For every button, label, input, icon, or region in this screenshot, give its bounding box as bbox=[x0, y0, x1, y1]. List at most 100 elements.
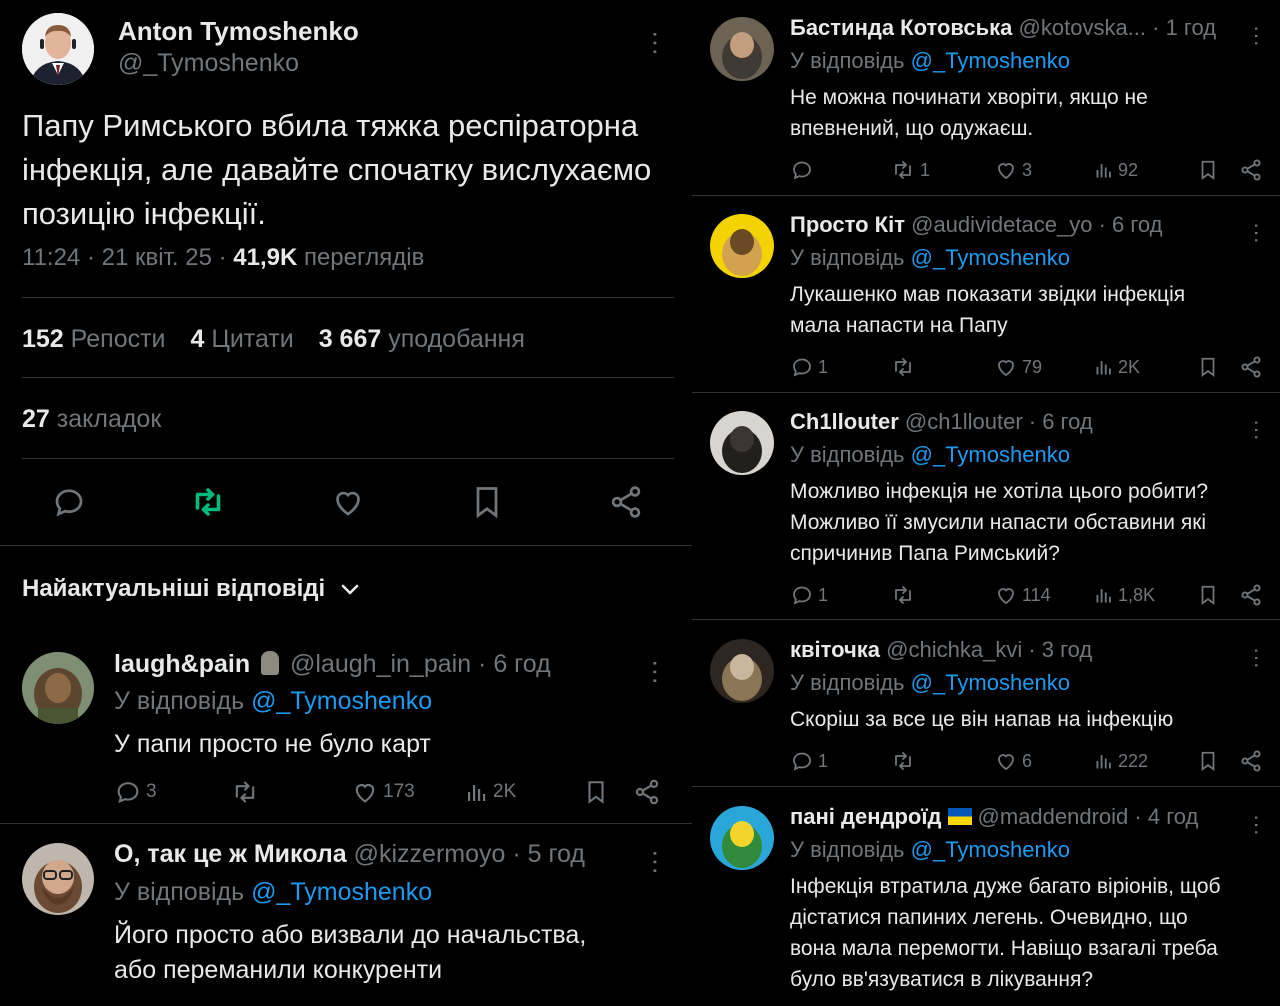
reply-author-handle[interactable]: @audividetace_yo bbox=[911, 212, 1092, 237]
retweet-button[interactable] bbox=[890, 355, 920, 379]
like-button[interactable]: 114 bbox=[994, 583, 1051, 607]
reply-avatar[interactable] bbox=[710, 214, 774, 278]
retweet-button[interactable] bbox=[230, 778, 264, 806]
author-name[interactable]: Anton Tymoshenko bbox=[118, 16, 359, 47]
more-options-icon[interactable]: ··· bbox=[642, 849, 672, 875]
share-button[interactable] bbox=[1239, 749, 1263, 773]
likes-count: 3 667 bbox=[318, 325, 382, 353]
likes-stat[interactable]: 3 667 уподобання bbox=[319, 325, 525, 353]
retweet-icon[interactable] bbox=[190, 484, 226, 520]
like-icon[interactable] bbox=[330, 484, 366, 520]
reply-count-button[interactable]: 3 bbox=[114, 778, 157, 806]
share-icon[interactable] bbox=[608, 484, 644, 520]
reply-author-name[interactable]: пані дендроїд bbox=[790, 804, 942, 829]
reply-avatar[interactable] bbox=[710, 639, 774, 703]
chevron-down-icon bbox=[340, 576, 360, 604]
reply-count-button[interactable]: 1 bbox=[790, 749, 828, 773]
replie-count: 1 bbox=[818, 584, 829, 605]
more-options-icon[interactable]: ··· bbox=[1245, 25, 1270, 47]
divider bbox=[0, 823, 692, 824]
author-avatar[interactable] bbox=[22, 13, 94, 85]
bookmark-button[interactable] bbox=[1197, 583, 1219, 607]
reply-text-line: або переманили конкуренти bbox=[114, 956, 443, 984]
reply-author-handle[interactable]: @chichka_kvi bbox=[886, 637, 1022, 662]
retweet-button[interactable] bbox=[890, 583, 920, 607]
quotes-stat[interactable]: 4 Цитати bbox=[190, 325, 293, 353]
reply-avatar[interactable] bbox=[22, 652, 94, 724]
reply-author-handle[interactable]: @kotovska... bbox=[1019, 15, 1147, 40]
author-handle[interactable]: @_Tymoshenko bbox=[118, 49, 299, 78]
reply-count-button[interactable]: 1 bbox=[790, 355, 828, 379]
bookmark-button[interactable] bbox=[1197, 355, 1219, 379]
reply-avatar[interactable] bbox=[710, 806, 774, 870]
more-options-icon[interactable]: ··· bbox=[1245, 647, 1270, 669]
reply-author-handle[interactable]: @maddendroid bbox=[978, 804, 1129, 829]
bookmark-button[interactable] bbox=[1197, 158, 1219, 182]
reply-to-link[interactable]: @_Tymoshenko bbox=[911, 837, 1070, 862]
reply-author-name[interactable]: Просто Кіт bbox=[790, 212, 905, 237]
views-button[interactable]: 1,8K bbox=[1094, 583, 1155, 607]
share-button[interactable] bbox=[1239, 355, 1263, 379]
bookmark-icon bbox=[1197, 583, 1219, 607]
reposts-stat[interactable]: 152 Репости bbox=[22, 325, 166, 353]
views-button[interactable]: 92 bbox=[1094, 158, 1138, 182]
reply-icon[interactable] bbox=[51, 484, 87, 520]
reply-to-link[interactable]: @_Tymoshenko bbox=[911, 48, 1070, 73]
heart-icon bbox=[994, 158, 1018, 182]
reply-to-link[interactable]: @_Tymoshenko bbox=[911, 670, 1070, 695]
views-button[interactable]: 222 bbox=[1094, 749, 1148, 773]
replie-count: 1 bbox=[818, 750, 829, 771]
more-options-icon[interactable]: ··· bbox=[642, 30, 672, 56]
tweet-time[interactable]: 11:24 · 21 квіт. 25 · bbox=[22, 244, 233, 271]
ukraine-flag-icon bbox=[947, 808, 972, 825]
divider bbox=[692, 195, 1280, 196]
like-button[interactable]: 3 bbox=[994, 158, 1032, 182]
reply-text-line: впевнений, що одужаєш. bbox=[790, 117, 1034, 140]
bookmark-icon[interactable] bbox=[469, 484, 505, 520]
reply-text-line: Інфекція втратила дуже багато віріонів, … bbox=[790, 875, 1221, 898]
quotes-label: Цитати bbox=[211, 325, 294, 353]
reply-icon bbox=[117, 782, 139, 804]
retweet-button[interactable]: 1 bbox=[890, 158, 930, 182]
reply-to-link[interactable]: @_Tymoshenko bbox=[251, 687, 432, 715]
bookmark-button[interactable] bbox=[583, 778, 609, 806]
more-options-icon[interactable]: ··· bbox=[1245, 419, 1270, 441]
reply-count-button[interactable] bbox=[790, 158, 818, 182]
share-button[interactable] bbox=[1239, 583, 1263, 607]
reply-author-name[interactable]: laugh&pain bbox=[114, 650, 250, 678]
reply-author-name[interactable]: Ch1llouter bbox=[790, 409, 899, 434]
reply-text: Його просто або визвали до начальства, а… bbox=[114, 918, 586, 988]
reply-to-link[interactable]: @_Tymoshenko bbox=[911, 245, 1070, 270]
reply-avatar[interactable] bbox=[710, 17, 774, 81]
reply-author-handle[interactable]: @ch1llouter bbox=[905, 409, 1023, 434]
reply-author-name[interactable]: квіточка bbox=[790, 637, 880, 662]
bookmarks-stat[interactable]: 27 закладок bbox=[22, 405, 161, 434]
retweet-button[interactable] bbox=[890, 749, 920, 773]
reply-author-name[interactable]: Бастинда Котовська bbox=[790, 15, 1012, 40]
reply-sort-dropdown[interactable]: Найактуальніші відповіді bbox=[22, 575, 360, 604]
like-button[interactable]: 6 bbox=[994, 749, 1032, 773]
more-options-icon[interactable]: ··· bbox=[1245, 814, 1270, 836]
more-options-icon[interactable]: ··· bbox=[642, 659, 672, 685]
share-button[interactable] bbox=[633, 778, 661, 806]
share-button[interactable] bbox=[1239, 158, 1263, 182]
reply-to-link[interactable]: @_Tymoshenko bbox=[911, 442, 1070, 467]
reply-to-prefix: У відповідь bbox=[790, 670, 911, 695]
reply-header: квіточка @chichka_kvi · 3 год bbox=[790, 637, 1092, 663]
reply-author-handle[interactable]: @laugh_in_pain bbox=[290, 650, 471, 678]
reply-count-button[interactable]: 1 bbox=[790, 583, 828, 607]
reply-author-name[interactable]: О, так це ж Микола bbox=[114, 840, 347, 868]
bookmark-icon bbox=[588, 781, 604, 804]
reply-avatar[interactable] bbox=[710, 411, 774, 475]
reply-author-handle[interactable]: @kizzermoyo bbox=[354, 840, 506, 868]
likes-label: уподобання bbox=[388, 325, 525, 353]
replie-count: 1 bbox=[818, 356, 829, 377]
views-button[interactable]: 2K bbox=[1094, 355, 1140, 379]
bookmark-button[interactable] bbox=[1197, 749, 1219, 773]
like-button[interactable]: 173 bbox=[351, 778, 415, 806]
more-options-icon[interactable]: ··· bbox=[1245, 222, 1270, 244]
views-button[interactable]: 2K bbox=[465, 778, 516, 806]
like-button[interactable]: 79 bbox=[994, 355, 1042, 379]
reply-avatar[interactable] bbox=[22, 843, 94, 915]
reply-to-link[interactable]: @_Tymoshenko bbox=[251, 878, 432, 906]
